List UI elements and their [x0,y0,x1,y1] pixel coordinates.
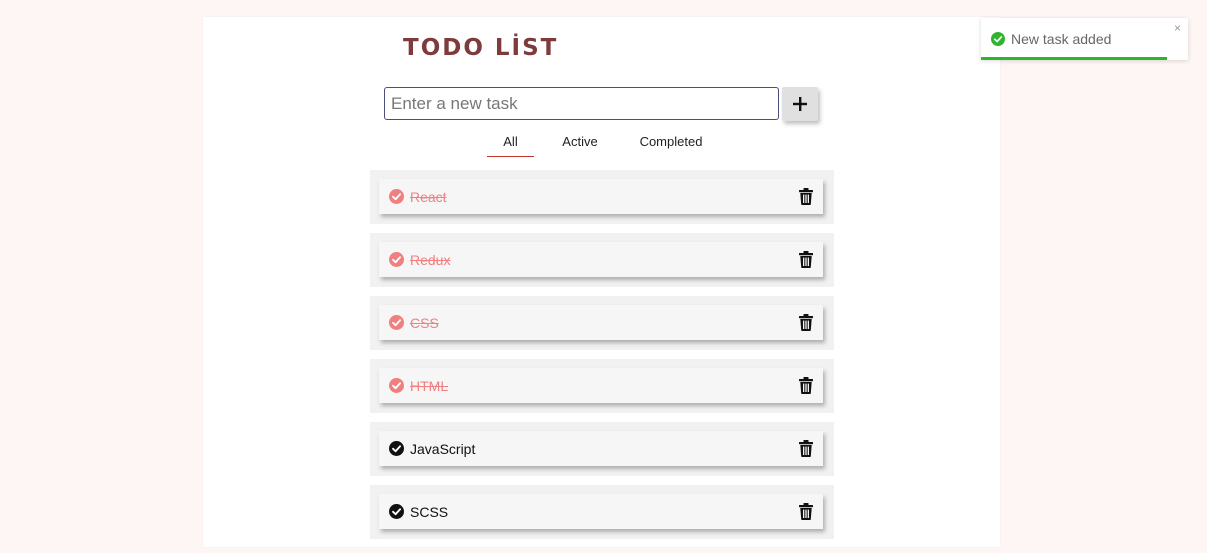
todo-item-css: CSS [379,305,823,340]
list-item: CSS [370,296,834,350]
check-circle-icon[interactable] [389,504,404,519]
todo-card: TODO LİST All Active Completed React [203,17,1000,547]
trash-icon[interactable] [799,377,813,394]
tab-active[interactable]: Active [559,133,601,156]
todo-text: JavaScript [410,441,476,457]
list-item: HTML [370,359,834,413]
todo-text: CSS [410,315,439,331]
toast-progress-bar [981,57,1168,60]
toast-message: New task added [1011,31,1112,47]
trash-icon[interactable] [799,503,813,520]
list-item: Redux [370,233,834,287]
todo-text: HTML [410,378,449,394]
plus-icon [793,97,807,111]
toast-close-button[interactable]: × [1174,21,1181,35]
toast-notification: New task added × [981,18,1188,60]
trash-icon[interactable] [799,188,813,205]
check-circle-icon[interactable] [389,315,404,330]
new-task-input[interactable] [384,87,779,120]
trash-icon[interactable] [799,440,813,457]
todo-item-html: HTML [379,368,823,403]
tab-completed[interactable]: Completed [637,133,705,156]
trash-icon[interactable] [799,314,813,331]
check-circle-icon[interactable] [389,378,404,393]
page-title: TODO LİST [403,35,559,61]
todo-item-react: React [379,179,823,214]
todo-item-scss: SCSS [379,494,823,529]
add-task-button[interactable] [782,87,818,121]
check-circle-icon [991,32,1005,46]
tab-all[interactable]: All [487,133,534,157]
todo-item-redux: Redux [379,242,823,277]
check-circle-icon[interactable] [389,441,404,456]
trash-icon[interactable] [799,251,813,268]
check-circle-icon[interactable] [389,189,404,204]
list-item: React [370,170,834,224]
todo-item-javascript: JavaScript [379,431,823,466]
todo-text: SCSS [410,504,449,520]
todo-text: Redux [410,252,451,268]
list-item: SCSS [370,485,834,539]
todo-text: React [410,189,447,205]
list-item: JavaScript [370,422,834,476]
check-circle-icon[interactable] [389,252,404,267]
